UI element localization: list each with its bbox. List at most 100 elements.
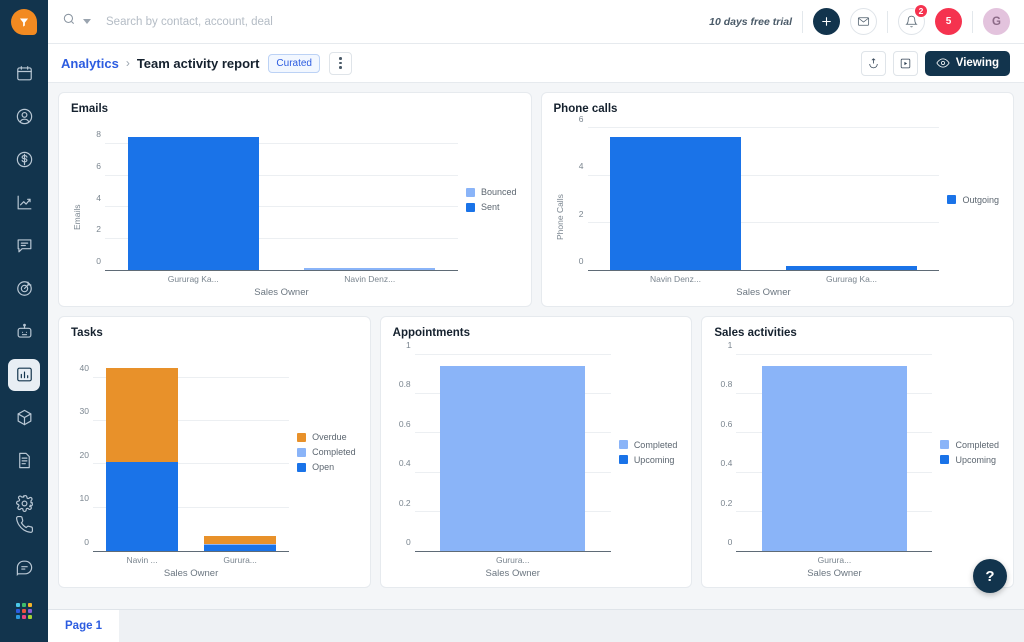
sidebar-item-deals[interactable]	[8, 144, 40, 176]
avatar[interactable]: G	[983, 8, 1010, 35]
bar-segment[interactable]	[610, 137, 740, 270]
chart-body: Phone Calls0246Navin Denz...Gururag Ka..…	[554, 119, 1002, 298]
bar-segment[interactable]	[440, 366, 585, 551]
chart-plot-column: 00.20.40.60.81Gurura...Sales Owner	[393, 343, 611, 579]
legend-swatch	[297, 433, 306, 442]
bar-segment[interactable]	[204, 545, 277, 551]
bar[interactable]	[128, 128, 259, 270]
bar-slot	[281, 119, 457, 270]
sidebar-item-chat[interactable]	[8, 230, 40, 262]
notifications-button[interactable]: 2	[898, 8, 925, 35]
export-icon[interactable]	[861, 51, 886, 76]
chart-plot-column: 00.20.40.60.81Gurura...Sales Owner	[714, 343, 932, 579]
chart-x-axis: Gurura...	[415, 552, 611, 566]
legend-item[interactable]: Open	[297, 462, 356, 472]
legend-item[interactable]: Sent	[466, 202, 517, 212]
bar-segment[interactable]	[106, 368, 179, 461]
y-axis-tick: 0	[84, 537, 89, 547]
legend-item[interactable]: Overdue	[297, 432, 356, 442]
mail-button[interactable]	[850, 8, 877, 35]
chart-legend: Overdue Completed Open	[289, 343, 358, 579]
search-icon[interactable]	[62, 12, 76, 31]
bar-segment[interactable]	[128, 137, 259, 270]
bar[interactable]	[440, 355, 585, 551]
x-axis-tick: Gurura...	[191, 552, 289, 566]
chart-bars-region	[588, 119, 940, 271]
y-axis-tick: 0.2	[721, 498, 733, 508]
deals-icon	[15, 150, 34, 169]
legend-label: Upcoming	[634, 455, 675, 465]
legend-item[interactable]: Upcoming	[619, 455, 678, 465]
more-vertical-icon[interactable]	[329, 52, 352, 75]
calendar-icon	[15, 64, 34, 83]
topbar: 10 days free trial 2 5 G	[48, 0, 1024, 44]
app-grid-dot	[22, 609, 26, 613]
chart-y-axis: 010203040	[71, 343, 93, 552]
legend-swatch	[940, 440, 949, 449]
legend-item[interactable]: Outgoing	[947, 195, 999, 205]
sidebar-item-products[interactable]	[8, 402, 40, 434]
sidebar-item-contacts[interactable]	[8, 101, 40, 133]
chart-plot-emails: Emails02468Gururag Ka...Navin Denz...Sal…	[71, 119, 458, 298]
search-area	[62, 12, 709, 31]
bar-segment[interactable]	[106, 462, 179, 551]
bar[interactable]	[786, 246, 916, 270]
app-grid-dot	[22, 615, 26, 619]
legend-item[interactable]: Completed	[619, 440, 678, 450]
sidebar-item-bot[interactable]	[8, 316, 40, 348]
freshworks-logo[interactable]	[11, 9, 37, 35]
trial-text: 10 days free trial	[709, 16, 792, 28]
bar[interactable]	[204, 495, 277, 551]
sidebar-item-analytics[interactable]	[8, 359, 40, 391]
chart-plot-area: 010203040	[71, 343, 289, 552]
chart-card-sales-activities: Sales activities00.20.40.60.81Gurura...S…	[701, 316, 1014, 588]
search-input[interactable]	[106, 16, 426, 28]
help-icon[interactable]: ?	[973, 559, 1007, 593]
chart-x-axis-label: Sales Owner	[736, 566, 932, 579]
legend-swatch	[466, 203, 475, 212]
bar[interactable]	[304, 254, 435, 270]
viewing-button[interactable]: Viewing	[925, 51, 1010, 76]
bar-segment[interactable]	[304, 268, 435, 270]
sidebar-item-calendar[interactable]	[8, 58, 40, 90]
y-axis-tick: 1	[406, 340, 411, 350]
legend-item[interactable]: Completed	[940, 440, 999, 450]
count-badge[interactable]: 5	[935, 8, 962, 35]
add-button[interactable]	[813, 8, 840, 35]
curated-chip: Curated	[268, 54, 320, 73]
chart-card-emails: EmailsEmails02468Gururag Ka...Navin Denz…	[58, 92, 532, 307]
page-tab-1[interactable]: Page 1	[48, 610, 119, 642]
chart-y-axis: 02468	[83, 119, 105, 271]
sidebar-item-phone[interactable]	[8, 509, 40, 541]
breadcrumb-bar: Analytics › Team activity report Curated…	[48, 44, 1024, 83]
app-root: 10 days free trial 2 5 G Analyt	[0, 0, 1024, 642]
page-tab-bar: Page 1	[48, 609, 1024, 642]
sidebar-item-campaigns[interactable]	[8, 273, 40, 305]
bar[interactable]	[610, 128, 740, 270]
app-grid-dot	[16, 609, 20, 613]
chart-body: Emails02468Gururag Ka...Navin Denz...Sal…	[71, 119, 519, 298]
legend-item[interactable]: Bounced	[466, 187, 517, 197]
present-icon[interactable]	[893, 51, 918, 76]
y-axis-tick: 0	[579, 256, 584, 266]
bar[interactable]	[106, 356, 179, 551]
bar-segment[interactable]	[204, 536, 277, 544]
x-axis-tick: Navin Denz...	[281, 271, 457, 285]
breadcrumb-parent-link[interactable]: Analytics	[61, 56, 119, 71]
bar[interactable]	[762, 355, 907, 551]
sidebar-item-apps[interactable]	[8, 595, 40, 627]
sidebar-item-forecast[interactable]	[8, 187, 40, 219]
caret-down-icon[interactable]	[83, 19, 91, 24]
app-grid-dot	[28, 603, 32, 607]
app-grid-icon	[16, 603, 32, 619]
bot-icon	[15, 322, 34, 341]
legend-item[interactable]: Upcoming	[940, 455, 999, 465]
legend-item[interactable]: Completed	[297, 447, 356, 457]
bar-segment[interactable]	[762, 366, 907, 551]
chart-y-axis: 0246	[566, 119, 588, 271]
y-axis-tick: 10	[80, 493, 89, 503]
bar-segment[interactable]	[786, 266, 916, 270]
sidebar-item-chat-support[interactable]	[8, 552, 40, 584]
sidebar-item-documents[interactable]	[8, 445, 40, 477]
y-axis-tick: 0.8	[399, 379, 411, 389]
